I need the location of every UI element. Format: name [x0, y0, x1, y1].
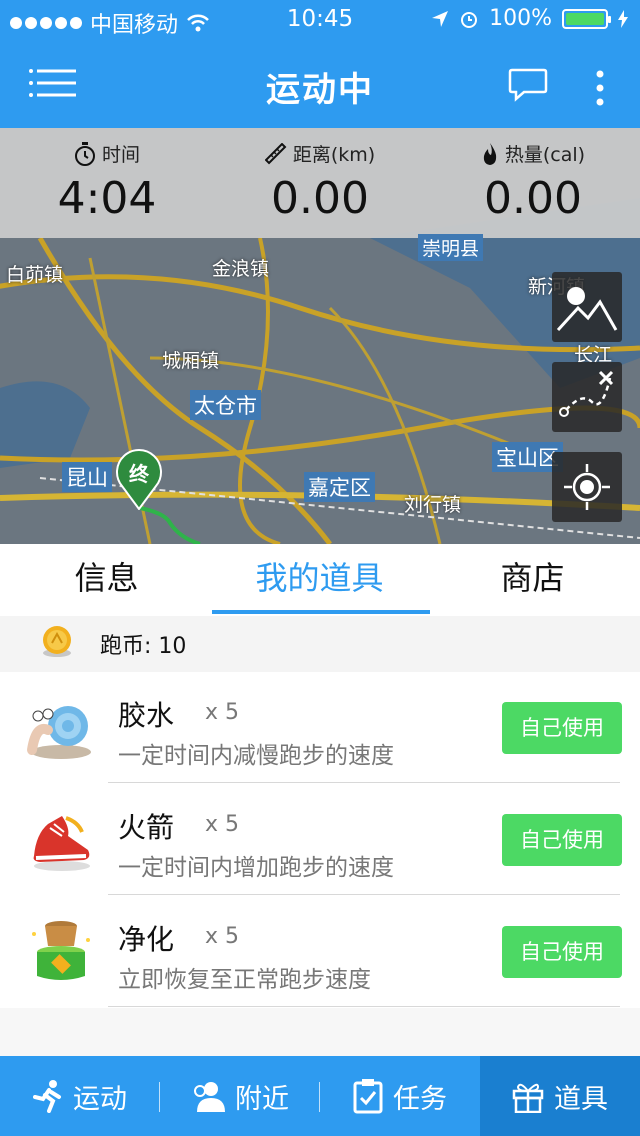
sneaker-icon — [33, 816, 90, 871]
nav-bar: 运动中 — [0, 40, 640, 128]
divider — [108, 1006, 620, 1007]
use-item-button[interactable]: 自己使用 — [502, 926, 622, 978]
clipboard-icon — [353, 1079, 383, 1114]
gift-icon — [512, 1083, 544, 1113]
use-item-button[interactable]: 自己使用 — [502, 814, 622, 866]
map-view[interactable]: 时间 4:04 距离(km) 0.00 热量(cal) 0.00 崇明县 白茆镇… — [0, 128, 640, 544]
stat-calories-value: 0.00 — [484, 173, 582, 224]
map-label: 刘行镇 — [404, 494, 462, 516]
bottom-tab-task[interactable]: 任务 — [320, 1056, 480, 1136]
stat-distance-label: 距离(km) — [292, 144, 376, 166]
locate-button[interactable] — [552, 452, 622, 522]
stat-calories-label: 热量(cal) — [504, 144, 586, 166]
locate-icon — [564, 464, 610, 510]
list-item: 火箭 x 5 一定时间内增加跑步的速度 自己使用 — [0, 784, 640, 896]
route-icon — [559, 370, 614, 417]
route-button[interactable] — [552, 362, 622, 432]
map-label: 金浪镇 — [212, 258, 270, 280]
battery-percent: 100% — [489, 6, 552, 31]
running-icon — [33, 1080, 61, 1113]
coin-icon — [43, 626, 71, 657]
item-qty: x 5 — [205, 924, 240, 949]
alarm-icon — [461, 11, 478, 28]
item-desc: 立即恢复至正常跑步速度 — [118, 967, 371, 993]
list-item: 净化 x 5 立即恢复至正常跑步速度 自己使用 — [0, 896, 640, 1008]
tab-shop[interactable]: 商店 — [426, 544, 639, 616]
item-name: 净化 — [118, 923, 175, 956]
coin-balance-label: 跑币: 10 — [100, 634, 187, 659]
map-label: 昆山 — [62, 462, 112, 492]
divider — [108, 894, 620, 895]
map-label: 崇明县 — [418, 234, 484, 261]
tab-info[interactable]: 信息 — [0, 544, 213, 616]
tab-bar: 信息 我的道具 商店 — [0, 544, 640, 617]
divider — [108, 782, 620, 783]
list-item: 胶水 x 5 一定时间内减慢跑步的速度 自己使用 — [0, 672, 640, 784]
item-name: 胶水 — [118, 699, 175, 732]
end-pin[interactable]: 终 — [114, 448, 164, 510]
stat-time-label: 时间 — [101, 144, 140, 166]
map-label: 嘉定区 — [304, 472, 375, 502]
stat-distance-value: 0.00 — [271, 173, 369, 224]
end-pin-label: 终 — [129, 462, 149, 486]
map-label: 城厢镇 — [162, 350, 220, 372]
item-desc: 一定时间内增加跑步的速度 — [118, 855, 394, 881]
use-item-button[interactable]: 自己使用 — [502, 702, 622, 754]
charging-icon — [618, 9, 628, 28]
stats-panel: 时间 4:04 距离(km) 0.00 热量(cal) 0.00 — [0, 128, 640, 238]
stat-distance: 距离(km) 0.00 — [213, 140, 427, 224]
tab-my-items[interactable]: 我的道具 — [213, 544, 426, 616]
item-desc: 一定时间内减慢跑步的速度 — [118, 743, 394, 769]
item-name: 火箭 — [118, 811, 175, 844]
bottom-tab-sport-label: 运动 — [73, 1083, 127, 1115]
more-vertical-icon[interactable] — [592, 68, 608, 108]
bottom-tab-task-label: 任务 — [393, 1083, 447, 1115]
flame-icon — [483, 142, 497, 165]
coin-balance: 跑币: 10 — [0, 616, 640, 672]
item-list: 胶水 x 5 一定时间内减慢跑步的速度 自己使用 火箭 x 5 一定时间内增加跑… — [0, 672, 640, 1008]
item-qty: x 5 — [205, 812, 240, 837]
stat-time-value: 4:04 — [57, 173, 157, 224]
snail-icon — [27, 706, 91, 759]
location-arrow-icon — [432, 10, 449, 27]
ruler-icon — [264, 142, 287, 164]
bottom-tab-items[interactable]: 道具 — [480, 1056, 640, 1136]
bottom-tab-sport[interactable]: 运动 — [0, 1056, 160, 1136]
purify-icon — [32, 921, 90, 980]
people-icon — [194, 1082, 225, 1112]
active-tab-indicator — [212, 610, 430, 614]
bottom-tab-bar: 运动 附近 任务 道具 — [0, 1056, 640, 1136]
stopwatch-icon — [74, 141, 95, 166]
map-layer-button[interactable] — [552, 272, 622, 342]
bottom-tab-nearby-label: 附近 — [235, 1083, 289, 1115]
stat-time: 时间 4:04 — [0, 140, 214, 224]
stat-calories: 热量(cal) 0.00 — [426, 140, 640, 224]
bottom-tab-items-label: 道具 — [554, 1083, 608, 1115]
battery-icon — [562, 8, 611, 29]
map-label: 太仓市 — [190, 390, 261, 420]
item-qty: x 5 — [205, 700, 240, 725]
map-label: 白茆镇 — [6, 264, 64, 286]
bottom-tab-nearby[interactable]: 附近 — [160, 1056, 320, 1136]
mountain-icon — [556, 287, 618, 332]
chat-bubble-icon[interactable] — [508, 68, 548, 102]
status-bar: 中国移动 10:45 100% — [0, 0, 640, 40]
